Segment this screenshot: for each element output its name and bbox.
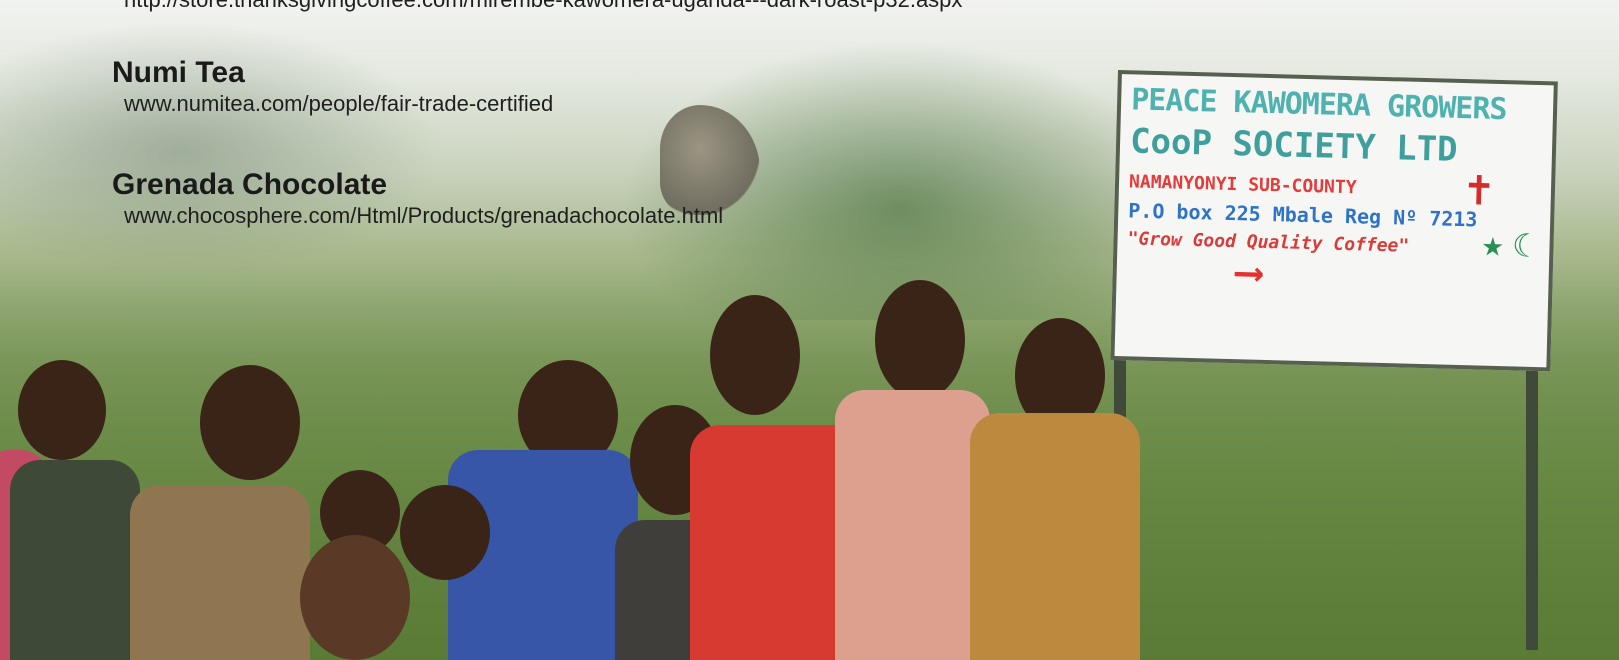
entry-name: Grenada Chocolate <box>112 168 388 201</box>
child-figure <box>10 360 140 660</box>
sign-post-right <box>1526 350 1538 650</box>
child-figure <box>970 318 1140 660</box>
entry-link[interactable]: www.numitea.com/people/fair-trade-certif… <box>124 90 553 118</box>
entry-name: Numi Tea <box>112 56 245 89</box>
cross-icon: ✝ <box>1464 161 1494 216</box>
sign-line-1: PEACE KAWOMERA GROWERS <box>1130 82 1507 128</box>
top-link[interactable]: http://store.thanksgivingcoffee.com/mire… <box>124 0 962 13</box>
entry-link[interactable]: www.chocosphere.com/Html/Products/grenad… <box>124 202 723 230</box>
star-icon: ★ <box>1481 223 1505 266</box>
entry-numi-tea: Numi Tea www.numitea.com/people/fair-tra… <box>112 56 553 118</box>
crescent-icon: ☾ <box>1511 226 1533 265</box>
child-figure <box>300 485 500 660</box>
cooperative-sign: PEACE KAWOMERA GROWERS CooP SOCIETY LTD … <box>1110 70 1558 372</box>
entry-grenada-chocolate: Grenada Chocolate www.chocosphere.com/Ht… <box>112 168 723 230</box>
child-figure <box>130 365 320 660</box>
